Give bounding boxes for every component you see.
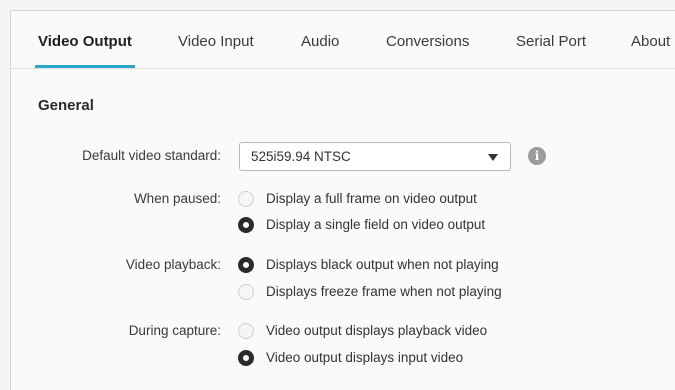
radio-label: Displays freeze frame when not playing — [266, 284, 502, 299]
radio-unchecked-icon[interactable] — [238, 284, 254, 300]
info-icon[interactable]: i — [528, 147, 546, 165]
default-video-standard-label: Default video standard: — [82, 148, 221, 163]
tab-about[interactable]: About — [631, 33, 670, 50]
radio-label: Video output displays playback video — [266, 323, 488, 338]
tab-video-output[interactable]: Video Output — [35, 33, 135, 68]
tab-video-input[interactable]: Video Input — [178, 33, 254, 50]
radio-label: Video output displays input video — [266, 350, 464, 365]
dropdown-arrow-icon — [488, 154, 498, 161]
section-title-general: General — [38, 97, 94, 114]
tab-audio[interactable]: Audio — [301, 33, 339, 50]
when-paused-label: When paused: — [133, 191, 221, 206]
tab-serial-port[interactable]: Serial Port — [516, 33, 586, 50]
radio-label: Display a single field on video output — [266, 217, 486, 232]
radio-label: Displays black output when not playing — [266, 257, 499, 272]
radio-label: Display a full frame on video output — [266, 191, 477, 206]
radio-checked-icon[interactable] — [238, 350, 254, 366]
during-capture-label: During capture: — [128, 323, 221, 338]
radio-checked-icon[interactable] — [238, 257, 254, 273]
video-standard-value: 525i59.94 NTSC — [251, 149, 351, 164]
settings-panel: Video Output Video Input Audio Conversio… — [10, 10, 675, 390]
radio-unchecked-icon[interactable] — [238, 323, 254, 339]
radio-checked-icon[interactable] — [238, 217, 254, 233]
video-standard-select[interactable]: 525i59.94 NTSC — [239, 142, 511, 171]
video-playback-label: Video playback: — [125, 257, 221, 272]
settings-window: Video Output Video Input Audio Conversio… — [0, 0, 675, 390]
tab-bar: Video Output Video Input Audio Conversio… — [11, 11, 675, 69]
tab-conversions[interactable]: Conversions — [386, 33, 469, 50]
radio-unchecked-icon[interactable] — [238, 191, 254, 207]
